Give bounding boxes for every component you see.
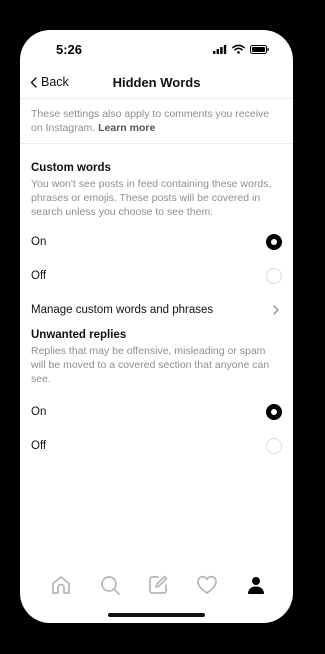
- unwanted-replies-off-option[interactable]: Off: [20, 429, 293, 463]
- option-label: On: [31, 406, 47, 418]
- custom-words-description: You won't see posts in feed containing t…: [31, 178, 272, 218]
- chevron-right-icon: [273, 305, 279, 315]
- unwanted-replies-on-option[interactable]: On: [20, 395, 293, 429]
- phone-screen: 5:26 Back Hidden Words These settings al…: [20, 30, 293, 623]
- custom-words-on-option[interactable]: On: [20, 225, 293, 259]
- status-icons: [213, 44, 269, 54]
- home-indicator: [108, 613, 205, 617]
- back-label: Back: [41, 75, 69, 89]
- chevron-left-icon: [30, 76, 37, 88]
- manage-custom-words-row[interactable]: Manage custom words and phrases: [20, 293, 293, 327]
- unwanted-replies-title: Unwanted replies: [31, 329, 127, 341]
- signal-icon: [213, 44, 227, 54]
- radio-unselected[interactable]: [266, 438, 282, 454]
- option-label: On: [31, 236, 47, 248]
- radio-selected[interactable]: [266, 234, 282, 250]
- tab-bar: [20, 563, 293, 623]
- home-icon[interactable]: [49, 573, 73, 597]
- back-button[interactable]: Back: [30, 75, 69, 89]
- settings-note: These settings also apply to comments yo…: [20, 100, 293, 144]
- radio-unselected[interactable]: [266, 268, 282, 284]
- option-label: Off: [31, 440, 47, 452]
- manage-custom-words-label: Manage custom words and phrases: [31, 304, 214, 316]
- battery-icon: [250, 44, 269, 54]
- wifi-icon: [232, 44, 245, 54]
- unwanted-replies-description: Replies that may be offensive, misleadin…: [31, 345, 270, 385]
- learn-more-link[interactable]: Learn more: [98, 122, 155, 134]
- custom-words-title: Custom words: [31, 162, 111, 174]
- radio-selected[interactable]: [266, 404, 282, 420]
- profile-icon[interactable]: [244, 573, 268, 597]
- status-time: 5:26: [56, 42, 83, 57]
- status-bar: 5:26: [20, 30, 293, 70]
- heart-icon[interactable]: [195, 573, 219, 597]
- nav-bar: Back Hidden Words: [20, 70, 293, 99]
- search-icon[interactable]: [98, 573, 122, 597]
- compose-icon[interactable]: [146, 573, 170, 597]
- option-label: Off: [31, 270, 47, 282]
- settings-content: These settings also apply to comments yo…: [20, 100, 293, 463]
- custom-words-off-option[interactable]: Off: [20, 259, 293, 293]
